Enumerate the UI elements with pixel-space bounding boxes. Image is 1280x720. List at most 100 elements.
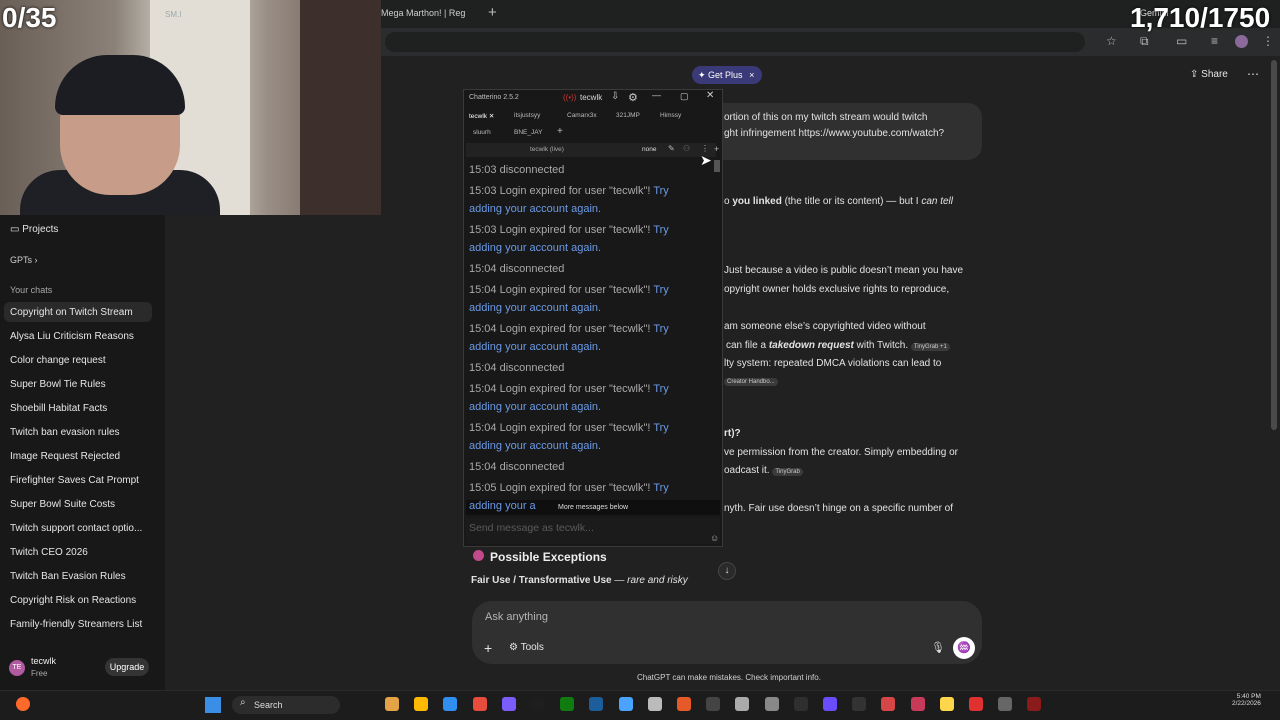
chatterino-tab[interactable]: itsjustsyy [514, 112, 540, 119]
sticky-notes-icon[interactable] [414, 697, 429, 711]
file-explorer-icon[interactable] [385, 697, 399, 711]
sidebar-item-gpts[interactable]: GPTs › [10, 255, 38, 265]
chatterino-window[interactable] [463, 89, 723, 547]
reading-list-icon[interactable]: ≡ [1211, 34, 1218, 48]
obs-icon[interactable] [472, 697, 487, 711]
mode-label[interactable]: none [642, 146, 656, 153]
sidebar-chat-item[interactable]: Shoebill Habitat Facts [10, 403, 107, 414]
sidebar-chat-item[interactable]: Twitch CEO 2026 [10, 547, 88, 558]
sidebar-chat-item[interactable]: Family-friendly Streamers List [10, 619, 142, 630]
chatterino-user[interactable]: tecwlk [580, 93, 602, 102]
terminal-icon[interactable] [793, 697, 808, 711]
settings-icon[interactable] [735, 697, 750, 711]
chatterino-tab[interactable]: BNE_JAY [514, 129, 542, 136]
clock[interactable]: 5:40 PM 2/22/2026 [1232, 693, 1261, 707]
steam-icon[interactable] [589, 697, 604, 711]
get-plus-button[interactable]: ✦ Get Plus × [692, 66, 762, 84]
discord-icon[interactable] [501, 697, 516, 711]
chat-composer[interactable] [472, 601, 982, 664]
chatterino-tab[interactable]: Camarx3x [567, 112, 597, 119]
chat-message-link[interactable]: adding your account again. [469, 341, 601, 353]
source-chip[interactable]: TinyGrab [772, 468, 803, 476]
chatterino-tab[interactable]: sluurh [473, 129, 491, 136]
minimize-icon[interactable]: — [652, 90, 661, 100]
sidebar-item-projects[interactable]: ▭ Projects [10, 224, 58, 235]
users-icon[interactable]: ⚇ [683, 144, 690, 153]
upgrade-button[interactable]: Upgrade [105, 658, 149, 676]
sidebar-chat-item[interactable]: Twitch support contact optio... [10, 523, 142, 534]
emoji-app-icon[interactable] [939, 697, 954, 711]
sidebar-chat-item[interactable]: Alysa Liu Criticism Reasons [10, 331, 134, 342]
edge-icon[interactable] [618, 697, 633, 711]
profile-avatar[interactable] [1235, 35, 1248, 48]
epic-games-icon[interactable] [531, 697, 545, 711]
sidebar-chat-item[interactable]: Twitch ban evasion rules [10, 427, 120, 438]
address-bar[interactable] [385, 32, 1085, 52]
pencil-icon[interactable]: ✎ [668, 144, 675, 153]
chat-message-link[interactable]: adding your account again. [469, 440, 601, 452]
browser-tab[interactable]: Mega Marthon! | Reg [381, 8, 465, 18]
cast-icon[interactable]: ▭ [1176, 34, 1187, 48]
chat-message-link[interactable]: adding your account again. [469, 302, 601, 314]
maps-icon[interactable] [969, 697, 983, 711]
source-chip[interactable]: Creator Handbo... [724, 378, 778, 386]
emote-icon[interactable]: ☺ [710, 533, 719, 543]
grid-app-icon[interactable] [823, 697, 837, 711]
close-icon[interactable]: × [749, 70, 754, 80]
chat-message-link[interactable]: adding your account again. [469, 203, 601, 215]
copilot-icon[interactable] [16, 697, 30, 711]
taskbar-search[interactable]: Search [232, 696, 340, 714]
chat-input[interactable]: Send message as tecwlk... [466, 518, 720, 544]
maximize-icon[interactable]: ▢ [680, 91, 689, 102]
browser-menu-icon[interactable]: ⋮ [1262, 34, 1274, 48]
bookmark-star-icon[interactable]: ☆ [1106, 34, 1117, 48]
voice-mode-button[interactable]: ♒ [953, 637, 975, 659]
page-scrollbar[interactable] [1271, 60, 1277, 430]
extensions-icon[interactable]: ⧉ [1140, 34, 1149, 49]
microphone-icon[interactable]: 🎙 [931, 641, 945, 654]
sidebar-chat-item[interactable]: Copyright on Twitch Stream [10, 307, 133, 318]
itunes-icon[interactable] [910, 697, 925, 711]
chrome-icon[interactable] [443, 697, 458, 711]
media-icon[interactable] [706, 697, 721, 711]
add-attachment-icon[interactable]: + [484, 640, 492, 656]
chat-message-link[interactable]: adding your account again. [469, 401, 601, 413]
tools-button[interactable]: ⚙ Tools [509, 642, 544, 653]
sidebar-chat-item[interactable]: Twitch Ban Evasion Rules [10, 571, 126, 582]
gear-icon[interactable] [998, 697, 1013, 711]
scroll-down-button[interactable]: ↓ [718, 562, 736, 580]
chat-scrollbar[interactable] [714, 160, 720, 172]
start-windows-icon[interactable] [205, 697, 221, 713]
app-icon[interactable] [1027, 697, 1042, 711]
mouse-cursor: ➤ [700, 152, 712, 168]
split-add-icon[interactable]: + [714, 144, 719, 154]
sidebar-chat-item[interactable]: Firefighter Saves Cat Prompt [10, 475, 139, 486]
xbox-icon[interactable] [560, 697, 575, 711]
source-chip[interactable]: TinyGrab +1 [910, 343, 950, 351]
download-icon[interactable]: ⇩ [611, 91, 619, 102]
app-icon[interactable] [677, 697, 691, 711]
gear-icon[interactable]: ⚙ [628, 91, 638, 104]
capcut-icon[interactable] [647, 697, 662, 711]
new-tab-button[interactable]: + [488, 4, 497, 21]
composer-input[interactable]: Ask anything [485, 611, 548, 623]
sidebar-chat-item[interactable]: Super Bowl Suite Costs [10, 499, 115, 510]
channel-name[interactable]: tecwlk (live) [530, 146, 564, 153]
sidebar-chat-item[interactable]: Super Bowl Tie Rules [10, 379, 106, 390]
sidebar-chat-item[interactable]: Copyright Risk on Reactions [10, 595, 136, 606]
chatterino-tab[interactable]: Himssy [660, 112, 681, 119]
tool-icon[interactable] [881, 697, 896, 711]
close-icon[interactable]: ✕ [706, 90, 714, 101]
add-tab-button[interactable]: + [557, 126, 563, 137]
chat-message-link[interactable]: adding your account again. [469, 242, 601, 254]
more-options-icon[interactable]: ⋯ [1247, 67, 1259, 81]
chatterino-tab[interactable]: 321JMP [616, 112, 640, 119]
avatar[interactable]: TE [9, 660, 25, 676]
ok-icon[interactable] [852, 697, 867, 711]
record-icon[interactable] [764, 697, 779, 711]
sidebar-chat-item[interactable]: Image Request Rejected [10, 451, 120, 462]
chatterino-tab[interactable]: tecwlk ✕ [469, 112, 494, 120]
chat-message-link[interactable]: adding your a [469, 500, 536, 512]
share-button[interactable]: ⇪ Share [1190, 69, 1228, 80]
sidebar-chat-item[interactable]: Color change request [10, 355, 106, 366]
